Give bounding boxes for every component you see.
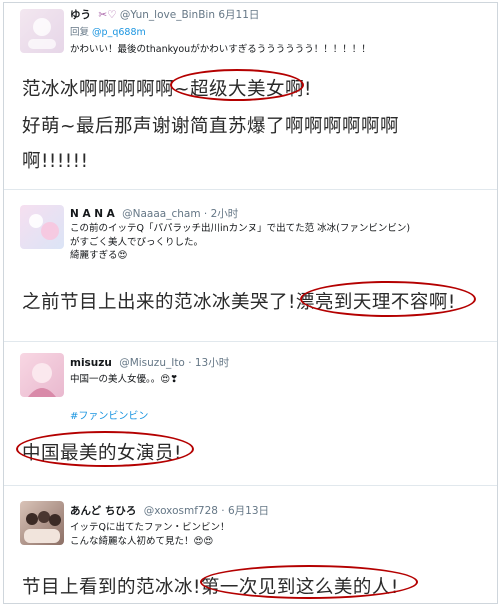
tweet-text: かわいい！最後のthankyouがかわいすぎるうううううう！！！！！！ xyxy=(70,43,371,57)
tweet-text-line: 綺麗すぎる😍 xyxy=(70,250,128,261)
avatar[interactable] xyxy=(20,205,64,249)
tweet-header: N A N A @Naaaa_cham · 2小时 xyxy=(70,206,238,221)
user-name[interactable]: ゆう xyxy=(70,9,91,21)
tweet-time[interactable]: · 2小时 xyxy=(204,208,238,220)
tweet-text-line: イッテQに出てたファン・ビンビン！ xyxy=(70,522,230,533)
tweet-text-line: この前のイッテQ「パパラッチ出川inカンヌ」で出てた范 冰冰(ファンビンビン) xyxy=(70,223,411,234)
tweet-text-line: がすごく美人でびっくりした。 xyxy=(70,236,204,248)
tweet-time[interactable]: · 6月13日 xyxy=(221,505,269,517)
comment-line: 好萌~最后那声谢谢简直苏爆了啊啊啊啊啊啊 xyxy=(22,116,400,137)
divider xyxy=(4,189,497,190)
divider xyxy=(4,485,497,486)
avatar[interactable] xyxy=(20,9,64,53)
user-name[interactable]: あんど ちひろ xyxy=(70,505,136,517)
avatar[interactable] xyxy=(20,501,64,545)
reply-line: 回复 @p_q688m xyxy=(70,24,146,38)
tweet-time[interactable]: · 13小时 xyxy=(188,357,229,369)
tweet-text-line: こんな綺麗な人初めて見た！😍😍 xyxy=(70,535,214,547)
tweet-time[interactable]: 6月11日 xyxy=(218,9,259,21)
comment-line: 中国最美的女演员! xyxy=(22,443,182,464)
comment-line: 节目上看到的范冰冰!第一次见到这么美的人! xyxy=(22,577,399,598)
screenshot-frame: ゆう ✂♡ @Yun_love_BinBin 6月11日 回复 @p_q688m… xyxy=(3,2,498,604)
reply-to-handle[interactable]: @p_q688m xyxy=(92,27,146,38)
reply-label: 回复 xyxy=(70,27,90,38)
avatar-image-icon xyxy=(28,18,56,49)
avatar[interactable] xyxy=(20,353,64,397)
divider xyxy=(4,341,497,342)
tweet-header: misuzu @Misuzu_Ito · 13小时 xyxy=(70,355,229,370)
tweet-header: ゆう ✂♡ @Yun_love_BinBin 6月11日 xyxy=(70,7,259,22)
user-handle[interactable]: @Naaaa_cham xyxy=(122,208,200,220)
user-name[interactable]: N A N A xyxy=(70,208,115,220)
tweet-text: この前のイッテQ「パパラッチ出川inカンヌ」で出てた范 冰冰(ファンビンビン) … xyxy=(70,222,410,263)
user-name[interactable]: misuzu xyxy=(70,357,112,369)
user-handle[interactable]: @Yun_love_BinBin xyxy=(120,9,215,21)
comment-line: 之前节目上出来的范冰冰美哭了!漂亮到天理不容啊! xyxy=(22,292,456,313)
avatar-image-icon xyxy=(28,363,56,397)
tweet-text: イッテQに出てたファン・ビンビン！ こんな綺麗な人初めて見た！😍😍 xyxy=(70,521,229,548)
user-handle[interactable]: @xoxosmf728 xyxy=(144,505,218,517)
comment-line: 范冰冰啊啊啊啊啊~超级大美女啊! xyxy=(22,79,312,100)
tweet-text-line: 中国一の美人女優。。😍❣ xyxy=(70,374,179,385)
handle-prefix: ✂♡ xyxy=(98,9,117,21)
avatar-image-icon xyxy=(24,511,61,543)
user-handle[interactable]: @Misuzu_Ito xyxy=(119,357,185,369)
tweet-text-line: かわいい！最後のthankyouがかわいすぎるうううううう！！！！！！ xyxy=(70,44,371,55)
tweet-header: あんど ちひろ @xoxosmf728 · 6月13日 xyxy=(70,503,269,518)
avatar-image-icon xyxy=(29,214,59,240)
tweet-text: 中国一の美人女優。。😍❣ xyxy=(70,373,178,387)
hashtag-link[interactable]: #ファンビンビン xyxy=(70,407,148,422)
comment-line: 啊!!!!!! xyxy=(22,151,89,172)
